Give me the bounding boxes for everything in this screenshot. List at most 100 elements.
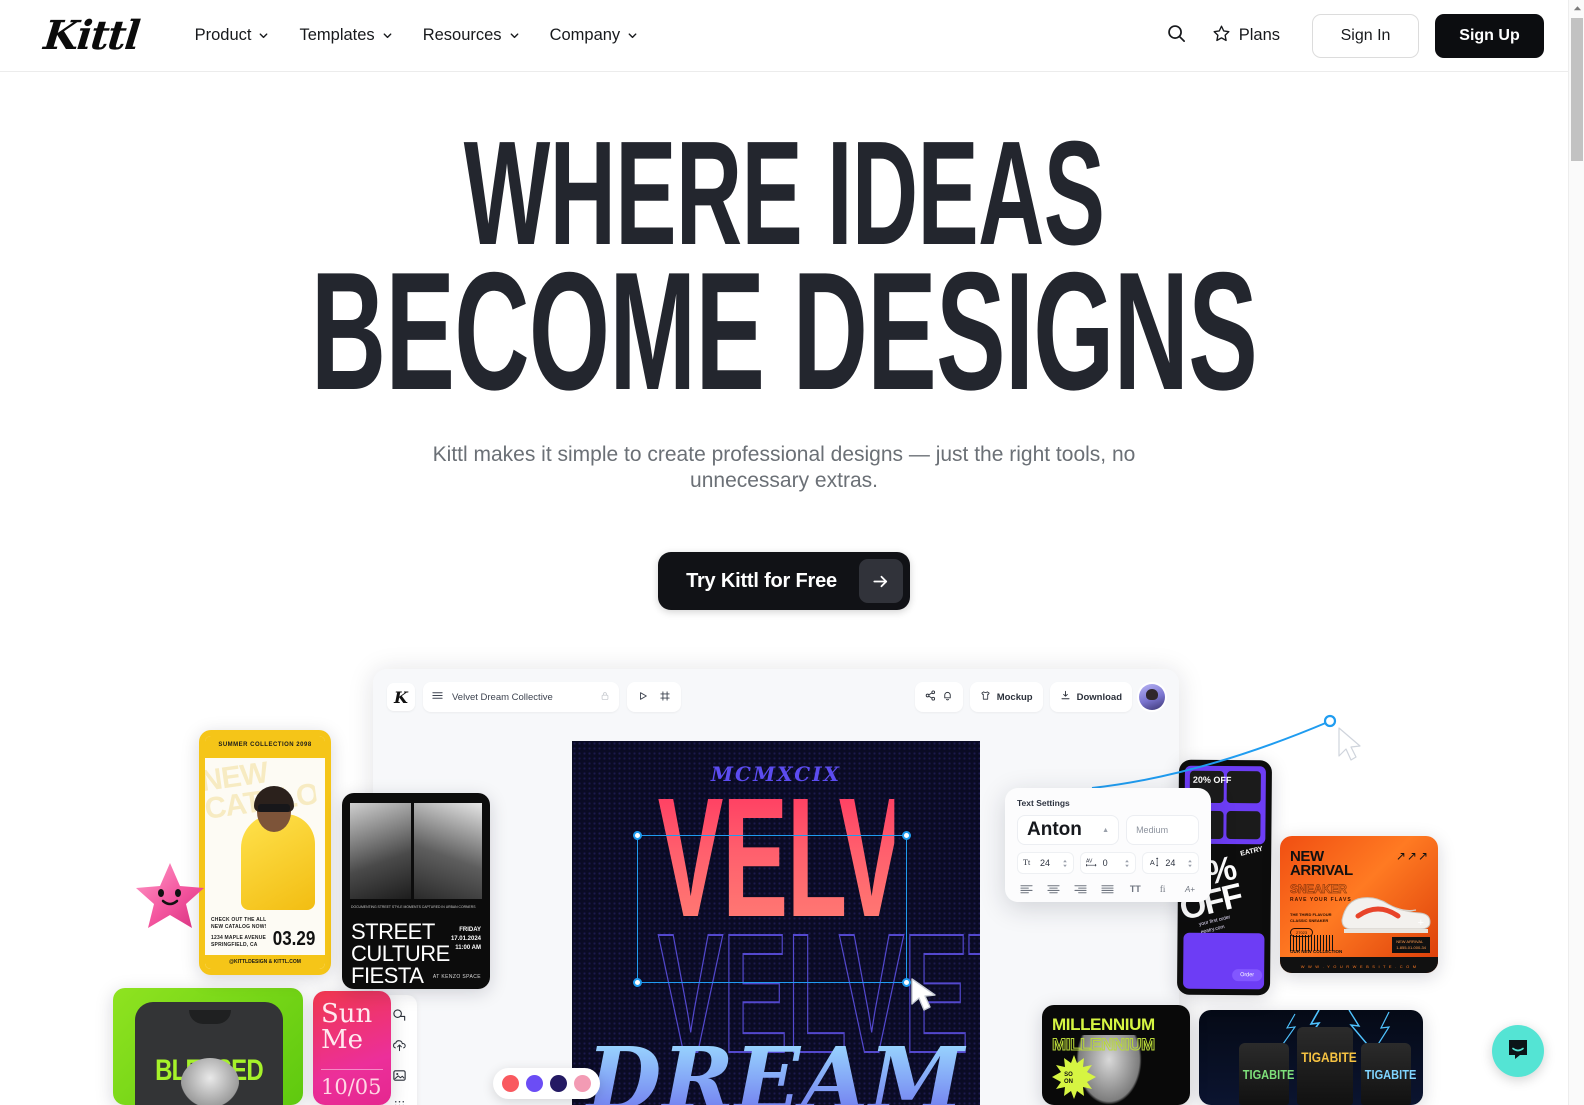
nav-item-resources[interactable]: Resources [411,18,532,53]
upload-icon[interactable] [390,1036,408,1054]
design-card-summer-collection[interactable]: SUMMER COLLECTION 2098 NEW CATALOG CHECK… [199,730,331,975]
bell-icon[interactable] [942,690,953,704]
chevron-down-icon [509,30,520,41]
design-card-tigabite[interactable]: TIGABITE TIGABITE TIGABITE [1199,1010,1423,1105]
grid-icon[interactable] [390,1096,408,1105]
share-icon[interactable] [925,690,936,704]
nav-item-product[interactable]: Product [183,18,282,53]
stepper-arrows[interactable] [1124,859,1130,868]
street-card-venue: AT KENZO SPACE [432,974,481,980]
shapes-icon[interactable] [390,1006,408,1024]
tigabite-label: TIGABITE [1364,1067,1417,1082]
nav-actions: Plans Sign In Sign Up [1158,13,1544,58]
letter-spacing-stepper[interactable]: AV 0 [1079,852,1137,874]
ligature-toggle[interactable]: fi [1156,883,1170,895]
resize-handle-top-left[interactable] [633,831,642,840]
search-button[interactable] [1158,17,1196,55]
summer-card-cta-1: CHECK OUT THE ALL [211,917,267,923]
try-kittl-free-button[interactable]: Try Kittl for Free [658,552,910,611]
download-button[interactable]: Download [1049,682,1132,712]
sun-card-text: Sun Me [321,1001,372,1053]
design-card-sneaker[interactable]: NEW ARRIVAL SNEAKER RAVE YOUR FLAVS ↗↗↗ … [1280,836,1438,973]
sun-card-divider [321,1069,383,1070]
swatch-navy[interactable] [550,1075,567,1092]
nav-item-company[interactable]: Company [538,18,651,53]
image-icon[interactable] [390,1066,408,1084]
align-center-icon[interactable] [1046,883,1060,895]
sunglasses-icon [258,804,290,812]
scrollbar-thumb[interactable] [1571,18,1583,161]
product-showcase: SUMMER COLLECTION 2098 NEW CATALOG CHECK… [0,655,1568,1105]
line-height-stepper[interactable]: A 24 [1142,852,1200,874]
advanced-spacing-toggle[interactable]: A+ [1183,883,1197,895]
align-left-icon[interactable] [1019,883,1033,895]
download-label: Download [1076,691,1122,703]
resize-handle-top-right[interactable] [902,831,911,840]
page-scrollbar[interactable] [1568,0,1584,1105]
tigabite-can-center: TIGABITE [1297,1027,1357,1105]
sign-in-button[interactable]: Sign In [1312,13,1419,58]
lock-icon[interactable] [600,688,610,706]
chevron-down-icon [382,30,393,41]
swatch-pink[interactable] [574,1075,591,1092]
summer-card-handle: @KITTLDESIGN & KITTL.COM [205,955,325,969]
nav-item-templates[interactable]: Templates [287,18,404,53]
top-navigation-bar: Kittl Product Templates Resources Compan… [0,0,1568,72]
play-icon[interactable] [638,688,648,706]
font-size-stepper[interactable]: Tt 24 [1017,852,1074,874]
color-swatch-bar[interactable] [493,1068,600,1099]
line-height-value: 24 [1165,858,1176,868]
tigabite-label: TIGABITE [1242,1067,1295,1082]
tigabite-can-left: TIGABITE [1239,1043,1295,1105]
swatch-coral[interactable] [502,1075,519,1092]
headline-line-2: BECOME DESIGNS [310,237,1258,426]
street-date: 17.01.2024 [450,936,481,942]
editor-view-controls [627,682,681,712]
street-photo-right [413,803,482,899]
chat-widget-button[interactable] [1492,1025,1544,1077]
stepper-arrows[interactable] [1062,859,1068,868]
editor-logo[interactable]: K [387,683,415,711]
chevron-down-icon [627,30,638,41]
sun-line-2: Me [321,1025,364,1055]
design-card-street-culture[interactable]: kittldesign.studio DOCUMENTING STREET ST… [342,793,490,989]
scroll-up-icon[interactable] [1569,0,1584,16]
frame-icon[interactable] [660,688,670,706]
street-day: FRIDAY [459,927,481,933]
align-right-icon[interactable] [1074,883,1088,895]
hero-cta-wrap: Try Kittl for Free [0,552,1568,611]
arrow-right-icon [858,559,903,604]
mockup-button[interactable]: Mockup [969,682,1043,712]
plans-label: Plans [1238,26,1280,44]
page-root: Kittl Product Templates Resources Compan… [0,0,1584,1105]
primary-nav: Product Templates Resources Company [183,18,651,53]
plans-link[interactable]: Plans [1200,16,1292,56]
mockup-label: Mockup [996,691,1033,703]
design-card-sun-me[interactable]: Sun Me 10/05 [313,991,391,1105]
swatch-violet[interactable] [526,1075,543,1092]
tigabite-label: TIGABITE [1301,1049,1357,1065]
menu-order-button[interactable]: Order [1232,969,1263,982]
align-justify-icon[interactable] [1101,883,1115,895]
tshirt-collar [189,1010,231,1024]
font-size-icon: Tt [1023,854,1034,872]
resize-handle-bottom-left[interactable] [633,978,642,987]
sign-up-button[interactable]: Sign Up [1435,13,1544,58]
text-settings-panel[interactable]: Text Settings Anton ▲ Medium Tt 24 AV 0 … [1005,788,1211,902]
hamburger-icon[interactable] [432,688,443,706]
font-family-select[interactable]: Anton ▲ [1017,815,1120,845]
project-name-value: Velvet Dream Collective [452,691,553,703]
design-card-tshirt[interactable]: BLESSED [113,988,303,1105]
uppercase-toggle[interactable]: TT [1128,883,1142,895]
project-name-field[interactable]: Velvet Dream Collective [423,682,619,712]
stepper-arrows[interactable] [1187,859,1193,868]
tigabite-can-right: TIGABITE [1361,1043,1417,1105]
font-weight-select[interactable]: Medium [1126,815,1199,845]
kittl-logo[interactable]: Kittl [42,12,142,59]
sun-card-number: 10/05 [321,1075,382,1099]
design-card-millennium[interactable]: MILLENNIUM MILLENNIUM SO ON [1042,1005,1190,1105]
selection-frame[interactable] [633,831,911,987]
avatar[interactable] [1139,684,1165,710]
arrow-up-right-icons: ↗↗↗ [1395,849,1429,863]
letter-spacing-icon: AV [1085,854,1097,872]
